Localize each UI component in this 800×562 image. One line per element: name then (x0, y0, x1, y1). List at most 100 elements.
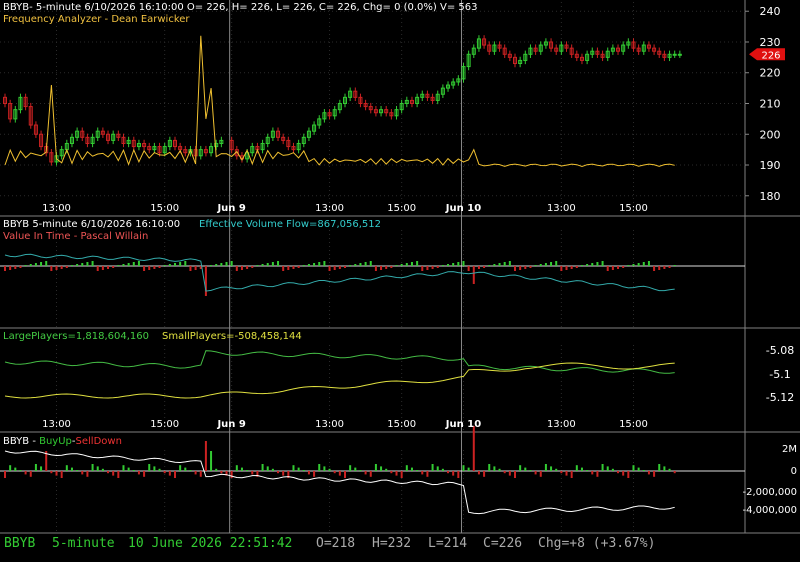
players-lines (4, 350, 675, 399)
buysell-tick-label: 2M (782, 444, 797, 455)
volume-flow-bar (462, 261, 465, 266)
volume-flow-bar (477, 266, 480, 269)
volume-flow-bar (34, 263, 37, 266)
volume-flow-bar (101, 266, 104, 270)
buysell-bar (323, 466, 326, 471)
buysell-bar (148, 464, 151, 471)
volume-flow-bar (596, 262, 599, 266)
volume-flow-bar (431, 266, 434, 269)
status-open: O=218 (316, 536, 356, 551)
volume-flow-bar (277, 261, 280, 266)
buysell-bar (194, 471, 197, 475)
buysell-bar (204, 441, 207, 471)
value-in-time-path (4, 253, 675, 292)
volume-flow-bar (225, 262, 228, 266)
buysell-bar (29, 471, 32, 477)
buysell-bar (498, 468, 501, 471)
volume-panel-header: BBYB 5-minute 6/10/2026 16:10:00 (3, 219, 181, 230)
volume-flow-bar (400, 264, 403, 266)
x-tick-label: 15:00 (619, 203, 648, 214)
buysell-bar (467, 467, 470, 471)
volume-flow-bar (673, 265, 676, 266)
volume-flow-bar (287, 266, 290, 270)
buysell-bar (163, 471, 166, 474)
buysell-bar (338, 471, 341, 476)
volume-flow-bar (122, 264, 125, 266)
buysell-bar (179, 465, 182, 471)
volume-flow-bar (313, 263, 316, 266)
volume-flow-bar (369, 261, 372, 266)
x-tick-label: 13:00 (547, 419, 576, 430)
buysell-bar (14, 467, 17, 471)
buysell-bar (426, 471, 429, 477)
volume-flow-bar (65, 266, 68, 268)
volume-flow-bar (565, 266, 568, 270)
volume-flow-bar (70, 265, 73, 266)
volume-flow-bar (179, 262, 182, 266)
volume-flow-bar (81, 263, 84, 266)
volume-flow-bar (550, 262, 553, 266)
value-in-time-line (4, 253, 675, 292)
volume-flow-bar (632, 264, 635, 266)
large-players-line (4, 350, 675, 374)
value-in-time-label: Value In Time - Pascal Willain (3, 231, 149, 242)
volume-flow-bar (658, 266, 661, 270)
buysell-bar (313, 471, 316, 477)
volume-flow-bar (457, 262, 460, 266)
buysell-bar (307, 471, 310, 475)
volume-flow-bar (256, 265, 259, 266)
buysell-bar (483, 471, 486, 477)
buysell-bar (508, 471, 511, 476)
x-tick-label: 15:00 (387, 419, 416, 430)
buysell-bar (560, 471, 563, 474)
volume-flow-bar (421, 266, 424, 271)
buysell-tick-label: -4,000,000 (742, 505, 797, 516)
buysell-bar (534, 471, 537, 475)
buysell-bar (550, 466, 553, 471)
x-tick-label: 13:00 (315, 419, 344, 430)
buysell-bar (462, 465, 465, 471)
volume-flow-bar (4, 266, 6, 271)
buysell-bar (565, 471, 568, 476)
buysell-bar (529, 470, 532, 471)
buysell-bar (86, 471, 89, 477)
buysell-bar (70, 467, 73, 471)
volume-flow-bar (622, 266, 625, 268)
volume-flow-bar (282, 266, 285, 271)
buysell-bar (488, 464, 491, 471)
buysell-bar (101, 468, 104, 471)
buysell-cumulative-line (4, 450, 675, 515)
buysell-bar (575, 465, 578, 471)
volume-flow-bar (374, 266, 377, 271)
volume-flow-bar (292, 266, 295, 269)
volume-flow-bar (508, 261, 511, 266)
volume-flow-bar (426, 266, 429, 270)
selldown-label: SellDown (75, 436, 122, 447)
buysell-bar (452, 471, 455, 476)
buysell-bar (653, 471, 656, 477)
volume-flow-bar (493, 264, 496, 266)
buysell-bar (333, 471, 336, 474)
x-tick-label: 15:00 (150, 203, 179, 214)
buysell-bar (601, 464, 604, 471)
volume-flow-bar (642, 262, 645, 266)
buysell-bar (220, 471, 223, 474)
buysell-bar (647, 471, 650, 475)
volume-flow-bar (344, 266, 346, 268)
volume-flow-bar (210, 265, 213, 266)
buysell-bar (230, 471, 233, 478)
status-interval: 5-minute (52, 536, 115, 551)
buysell-bar (632, 465, 635, 471)
volume-flow-bar (503, 262, 506, 266)
buysell-bar (318, 464, 321, 471)
volume-flow-bar (416, 261, 419, 266)
volume-flow-bar (215, 264, 218, 266)
volume-flow-bar (560, 266, 563, 271)
price-tick-label: 230 (760, 36, 781, 49)
volume-flow-bar (302, 265, 305, 266)
buysell-bar (328, 468, 331, 471)
price-tick-label: 210 (760, 98, 781, 111)
buysell-bar (514, 471, 516, 478)
volume-flow-bar (390, 266, 393, 268)
volume-flow-bar (297, 266, 300, 268)
